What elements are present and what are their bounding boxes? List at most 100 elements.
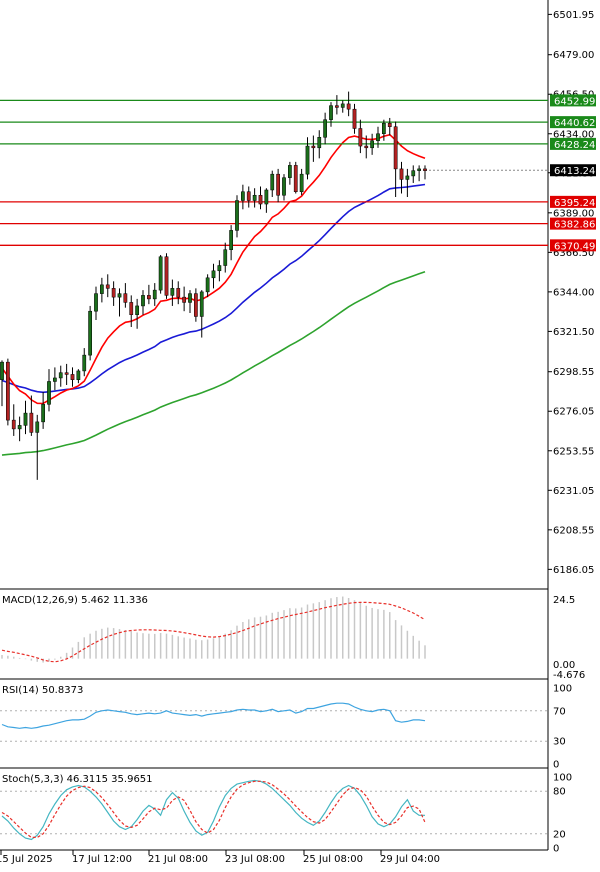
- candle-body: [205, 277, 210, 293]
- price-axis-label: 6344.00: [553, 287, 594, 298]
- candle-body: [135, 305, 139, 315]
- price-axis-label: 6231.05: [553, 486, 594, 497]
- candle-body: [211, 270, 216, 279]
- candle-body: [182, 296, 186, 303]
- rsi-axis-label: 0: [553, 760, 559, 771]
- candle-body: [217, 265, 222, 272]
- chart-canvas: 6501.956479.006456.506434.006411.806389.…: [0, 0, 596, 865]
- price-axis-label: 6321.50: [553, 327, 594, 338]
- time-axis-label: 23 Jul 08:00: [225, 854, 285, 865]
- stoch-axis-label: 100: [553, 773, 572, 784]
- candle-body: [387, 122, 392, 127]
- resistance-level-label: 6440.62: [554, 118, 595, 129]
- candle-body: [11, 419, 16, 430]
- time-axis-label: 17 Jul 12:00: [72, 854, 132, 865]
- candle-body: [129, 302, 134, 315]
- stoch-axis-label: 0: [553, 844, 559, 855]
- resistance-level-label: 6452.99: [554, 96, 595, 107]
- candle-body: [223, 249, 228, 266]
- candle-body: [317, 137, 322, 149]
- candle-body: [82, 354, 87, 372]
- candle-body: [194, 293, 198, 317]
- candle-body: [311, 145, 316, 149]
- candle-body: [399, 168, 404, 180]
- stoch-label: Stoch(5,3,3) 46.3115 35.9651: [2, 774, 153, 785]
- price-axis-label: 6501.95: [553, 10, 594, 21]
- candle-body: [305, 145, 310, 175]
- candle-body: [29, 412, 34, 433]
- rsi-label: RSI(14) 50.8373: [2, 685, 83, 696]
- candle-body: [117, 293, 122, 298]
- candle-body: [199, 291, 204, 317]
- stoch-axis-label: 80: [553, 787, 566, 798]
- price-axis-label: 6208.55: [553, 525, 594, 536]
- ema-slow-line: [1, 270, 426, 456]
- candle-body: [147, 295, 151, 300]
- current-price-label: 6413.24: [554, 166, 595, 177]
- price-axis-label: 6479.00: [553, 50, 594, 61]
- time-axis-label: 29 Jul 04:00: [380, 854, 440, 865]
- candles: [0, 91, 427, 480]
- macd-label: MACD(12,26,9) 5.462 11.336: [2, 595, 148, 606]
- candle-body: [100, 284, 104, 294]
- candle-body: [123, 293, 128, 303]
- candle-body: [276, 173, 280, 196]
- ema-mid-line: [1, 183, 426, 394]
- candle-body: [252, 194, 257, 201]
- candle-body: [0, 361, 4, 380]
- candle-body: [76, 370, 81, 380]
- rsi-axis-label: 100: [553, 684, 572, 695]
- candle-body: [364, 145, 369, 149]
- price-axis-label: 6298.55: [553, 367, 594, 378]
- candle-body: [370, 140, 374, 149]
- candle-body: [329, 105, 333, 120]
- stoch-axis-label: 20: [553, 829, 566, 840]
- support-level-label: 6382.86: [554, 220, 595, 231]
- candle-body: [53, 377, 57, 382]
- candle-body: [417, 168, 421, 171]
- candle-body: [188, 293, 192, 303]
- stoch-indicator: Stoch(5,3,3) 46.3115 35.9651 100 80 20 0: [0, 773, 572, 855]
- candle-body: [335, 105, 339, 108]
- candle-body: [299, 173, 304, 192]
- time-axis: 15 Jul 2025 17 Jul 12:00 21 Jul 08:00 23 Ju…: [0, 850, 440, 865]
- rsi-indicator: RSI(14) 50.8373 100 70 30 0: [0, 684, 572, 771]
- candle-body: [64, 372, 69, 375]
- time-axis-label: 15 Jul 2025: [0, 854, 53, 865]
- candle-body: [47, 381, 51, 405]
- candle-body: [340, 103, 345, 108]
- rsi-axis-label: 30: [553, 737, 566, 748]
- candle-body: [293, 165, 298, 192]
- candle-body: [352, 108, 357, 129]
- time-axis-label: 25 Jul 08:00: [303, 854, 363, 865]
- candle-body: [94, 293, 98, 312]
- time-axis-label: 21 Jul 08:00: [148, 854, 208, 865]
- candle-body: [70, 374, 75, 380]
- candle-body: [111, 288, 116, 298]
- candle-body: [88, 310, 92, 356]
- stoch-d-line: [1, 780, 426, 838]
- candle-body: [235, 200, 239, 231]
- macd-indicator: MACD(12,26,9) 5.462 11.336 24.50.00-4.676: [1, 595, 585, 681]
- candle-body: [264, 189, 269, 205]
- candle-body: [346, 103, 351, 110]
- candle-body: [170, 288, 175, 296]
- price-chart[interactable]: 6501.956479.006456.506434.006411.806389.…: [0, 0, 600, 868]
- price-axis-label: 6186.05: [553, 565, 594, 576]
- price-axis-label: 6253.55: [553, 446, 594, 457]
- candle-body: [405, 175, 410, 180]
- candle-body: [41, 404, 45, 423]
- candle-body: [288, 165, 292, 178]
- support-level-label: 6395.24: [554, 198, 595, 209]
- candle-body: [258, 194, 263, 205]
- candle-body: [270, 173, 275, 191]
- candle-body: [411, 170, 416, 177]
- candle-body: [141, 295, 145, 307]
- macd-axis-label: 24.5: [553, 595, 575, 606]
- candle-body: [164, 256, 169, 296]
- support-level-label: 6370.49: [554, 241, 595, 252]
- candle-body: [323, 119, 327, 138]
- stoch-k-line: [1, 779, 425, 841]
- candle-body: [423, 168, 427, 171]
- candle-body: [241, 191, 245, 201]
